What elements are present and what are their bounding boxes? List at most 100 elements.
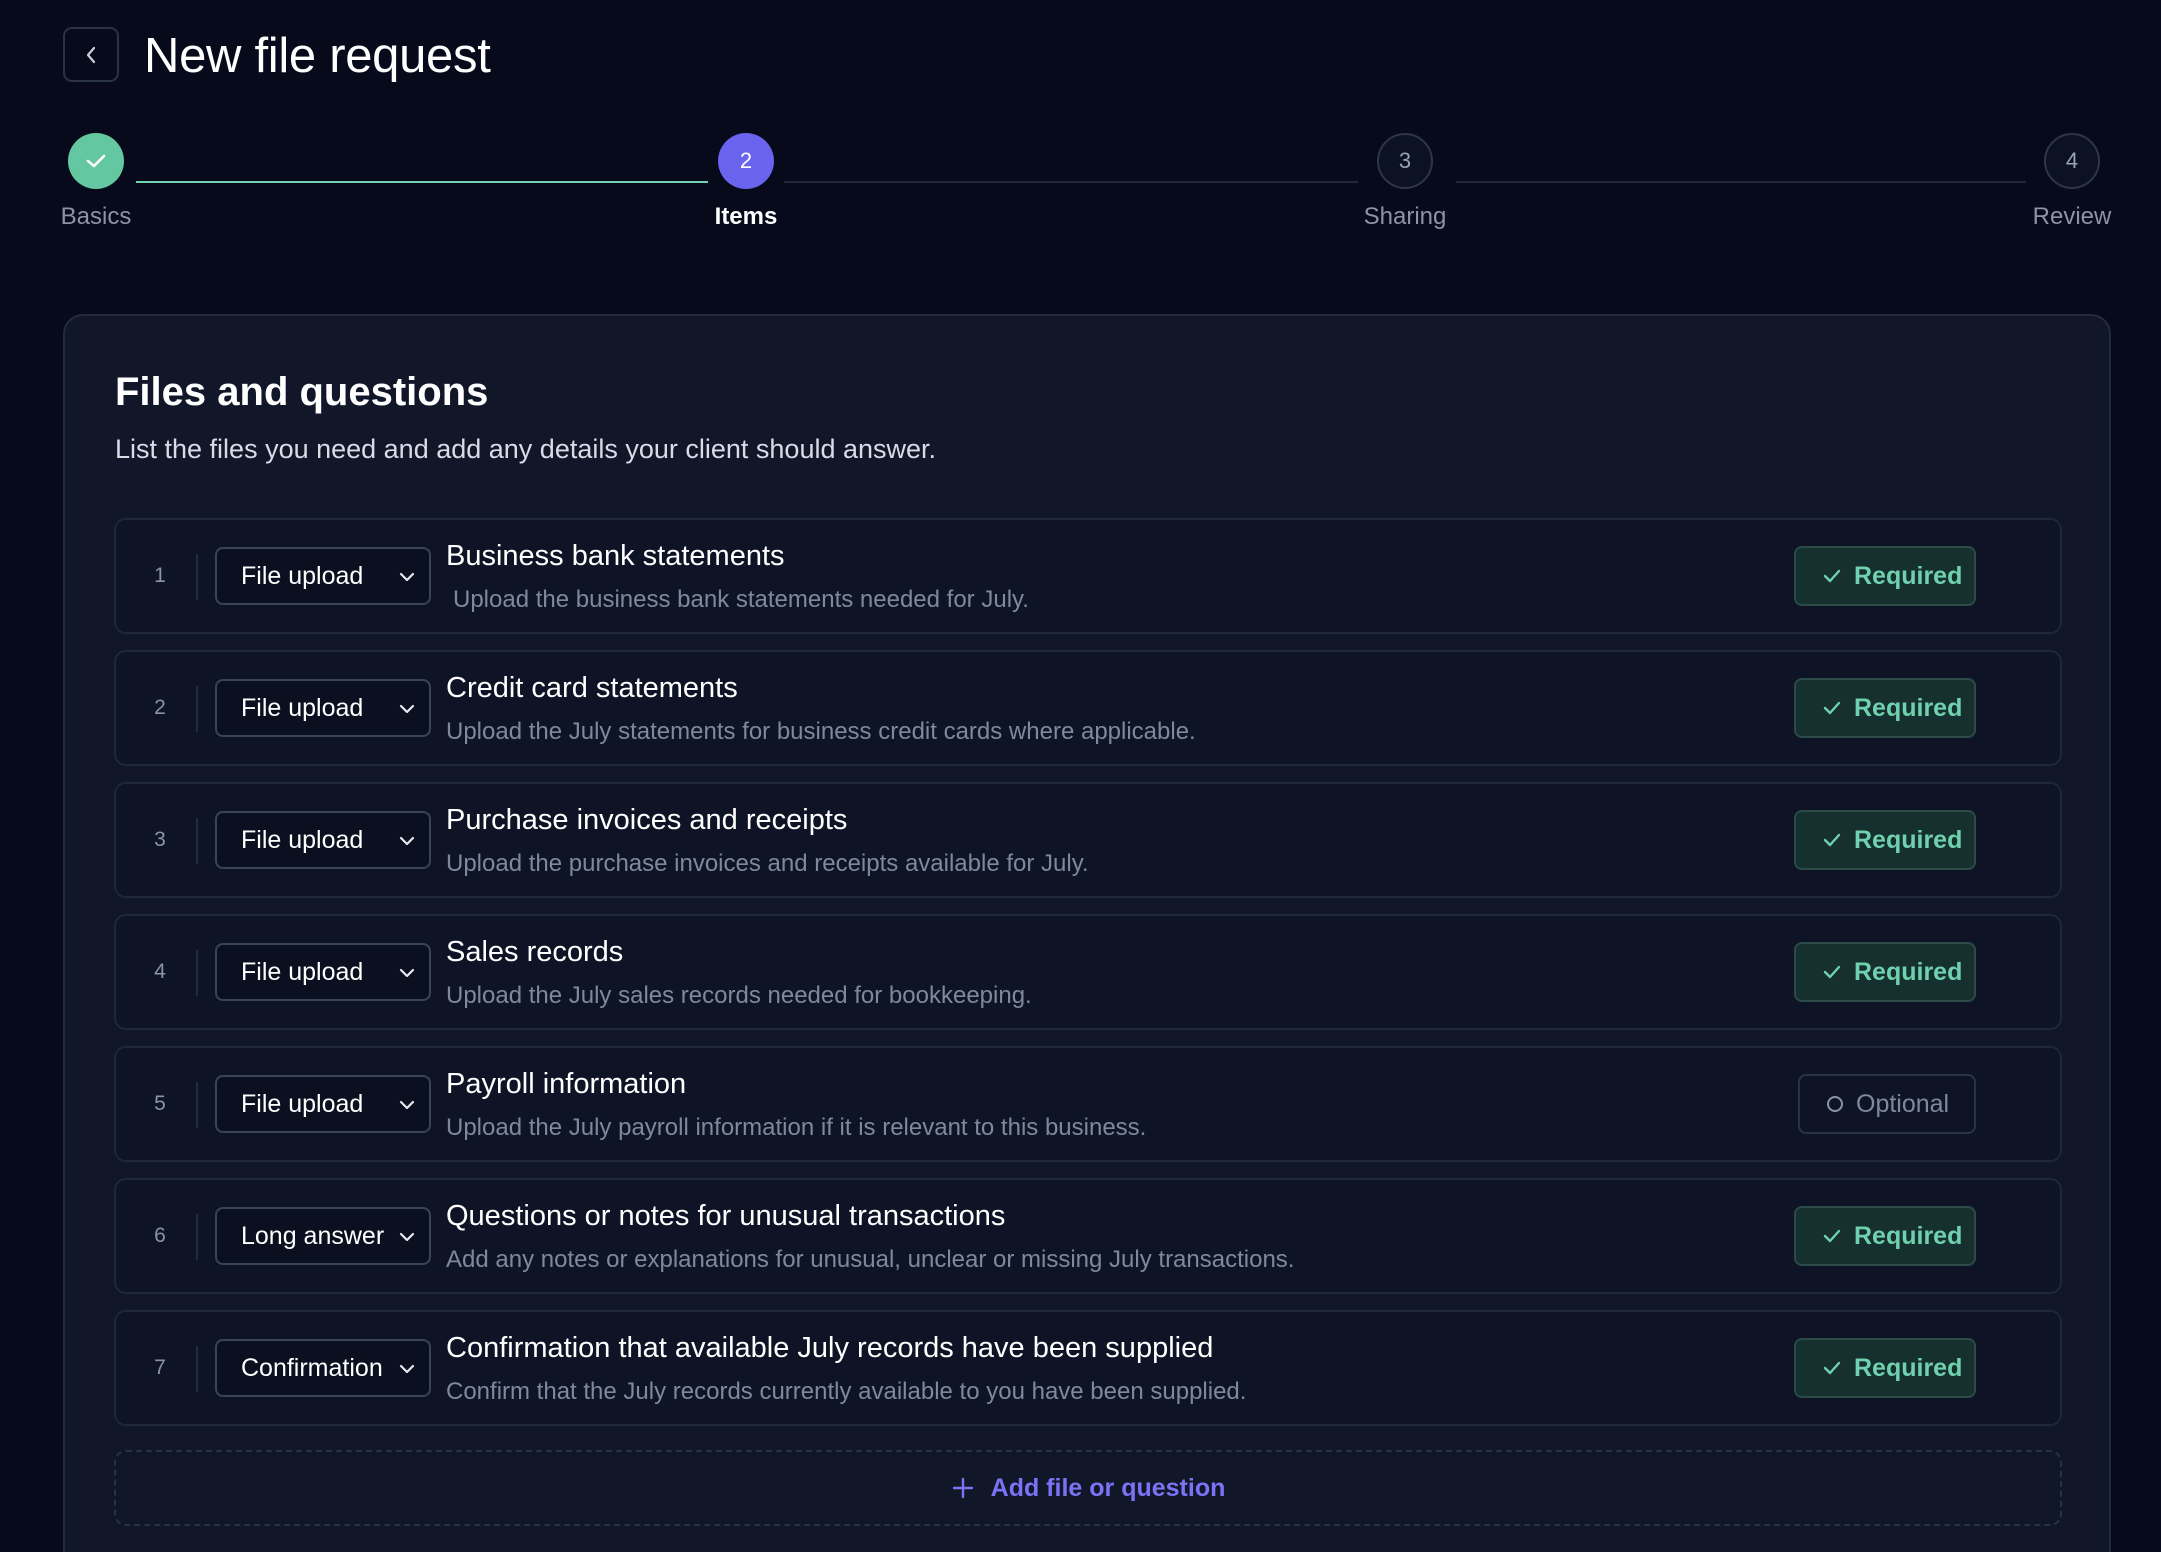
step-review-circle[interactable]: 4	[2044, 133, 2100, 189]
request-item: 7 Confirmation Confirmation that availab…	[114, 1310, 2062, 1426]
step-number: 4	[2065, 148, 2079, 173]
step-label-items: Items	[714, 203, 778, 230]
step-label-review: Review	[2032, 203, 2112, 230]
required-toggle[interactable]: Required	[1794, 678, 1976, 738]
item-divider	[196, 1082, 198, 1128]
chevron-down-icon	[399, 572, 415, 582]
request-item: 6 Long answer Questions or notes for unu…	[114, 1178, 2062, 1294]
item-type-value: File upload	[241, 957, 364, 986]
item-type-value: File upload	[241, 825, 364, 854]
required-label: Required	[1854, 693, 1963, 722]
chevron-down-icon	[399, 704, 415, 714]
check-icon	[86, 154, 106, 168]
required-label: Required	[1854, 1353, 1963, 1382]
required-label: Required	[1854, 825, 1963, 854]
item-description[interactable]: Add any notes or explanations for unusua…	[446, 1246, 1294, 1274]
item-type-value: Confirmation	[241, 1353, 383, 1382]
chevron-down-icon	[399, 1232, 415, 1242]
step-number: 2	[739, 148, 753, 173]
item-divider	[196, 1214, 198, 1260]
item-type-select[interactable]: File upload	[215, 943, 431, 1001]
page-title: New file request	[144, 29, 491, 83]
request-item: 4 File upload Sales records Upload the J…	[114, 914, 2062, 1030]
item-title[interactable]: Credit card statements	[446, 672, 738, 705]
plus-icon	[952, 1477, 973, 1499]
add-item-label: Add file or question	[990, 1473, 1226, 1502]
item-type-value: Long answer	[241, 1221, 385, 1250]
check-icon	[1823, 833, 1841, 847]
required-toggle[interactable]: Required	[1794, 1338, 1976, 1398]
step-number: 3	[1398, 148, 1412, 173]
item-title[interactable]: Business bank statements	[446, 540, 785, 573]
chevron-left-icon	[86, 46, 96, 63]
step-connector-1	[136, 181, 708, 183]
chevron-down-icon	[399, 1100, 415, 1110]
item-description[interactable]: Upload the July statements for business …	[446, 718, 1196, 746]
item-title[interactable]: Confirmation that available July records…	[446, 1332, 1213, 1365]
item-type-select[interactable]: File upload	[215, 679, 431, 737]
item-title[interactable]: Purchase invoices and receipts	[446, 804, 847, 837]
item-description[interactable]: Confirm that the July records currently …	[446, 1378, 1246, 1406]
step-items-circle[interactable]: 2	[718, 133, 774, 189]
stepper: 2 3 4 Basics Items Sharing Review	[0, 130, 2161, 240]
item-type-select[interactable]: File upload	[215, 1075, 431, 1133]
optional-toggle[interactable]: Optional	[1798, 1074, 1976, 1134]
item-title[interactable]: Payroll information	[446, 1068, 686, 1101]
check-icon	[1823, 1361, 1841, 1375]
item-number: 7	[154, 1356, 166, 1379]
required-toggle[interactable]: Required	[1794, 1206, 1976, 1266]
item-divider	[196, 818, 198, 864]
item-divider	[196, 1346, 198, 1392]
step-connector-3	[1456, 181, 2026, 183]
back-button[interactable]	[63, 27, 119, 82]
circle-icon	[1827, 1096, 1843, 1112]
item-description[interactable]: Upload the July payroll information if i…	[446, 1114, 1146, 1142]
required-label: Required	[1854, 561, 1963, 590]
item-type-select[interactable]: Long answer	[215, 1207, 431, 1265]
step-sharing-circle[interactable]: 3	[1377, 133, 1433, 189]
item-type-value: File upload	[241, 693, 364, 722]
card-subtitle: List the files you need and add any deta…	[115, 434, 937, 464]
step-basics-circle[interactable]	[68, 133, 124, 189]
card-title: Files and questions	[115, 370, 489, 414]
item-description[interactable]: Upload the business bank statements need…	[453, 586, 1029, 614]
item-divider	[196, 686, 198, 732]
optional-label: Optional	[1856, 1089, 1950, 1118]
required-toggle[interactable]: Required	[1794, 546, 1976, 606]
item-number: 6	[154, 1224, 166, 1247]
chevron-down-icon	[399, 968, 415, 978]
request-item: 5 File upload Payroll information Upload…	[114, 1046, 2062, 1162]
item-number: 5	[154, 1092, 166, 1115]
item-type-value: File upload	[241, 561, 364, 590]
item-type-select[interactable]: Confirmation	[215, 1339, 431, 1397]
request-item: 3 File upload Purchase invoices and rece…	[114, 782, 2062, 898]
item-type-select[interactable]: File upload	[215, 811, 431, 869]
item-number: 3	[154, 828, 166, 851]
check-icon	[1823, 965, 1841, 979]
chevron-down-icon	[399, 1364, 415, 1374]
check-icon	[1823, 1229, 1841, 1243]
page: New file request 2 3 4 Basics Items Shar…	[0, 0, 2161, 1552]
chevron-down-icon	[399, 836, 415, 846]
required-toggle[interactable]: Required	[1794, 810, 1976, 870]
request-item: 2 File upload Credit card statements Upl…	[114, 650, 2062, 766]
item-divider	[196, 554, 198, 600]
step-connector-2	[784, 181, 1358, 183]
step-label-basics: Basics	[60, 203, 132, 230]
item-number: 2	[154, 696, 166, 719]
item-type-value: File upload	[241, 1089, 364, 1118]
item-number: 4	[154, 960, 166, 983]
required-label: Required	[1854, 1221, 1963, 1250]
item-title[interactable]: Sales records	[446, 936, 623, 969]
required-label: Required	[1854, 957, 1963, 986]
required-toggle[interactable]: Required	[1794, 942, 1976, 1002]
item-number: 1	[154, 564, 166, 587]
step-label-sharing: Sharing	[1363, 203, 1447, 230]
item-title[interactable]: Questions or notes for unusual transacti…	[446, 1200, 1005, 1233]
check-icon	[1823, 701, 1841, 715]
item-description[interactable]: Upload the July sales records needed for…	[446, 982, 1032, 1010]
item-type-select[interactable]: File upload	[215, 547, 431, 605]
item-description[interactable]: Upload the purchase invoices and receipt…	[446, 850, 1089, 878]
add-file-or-question-button[interactable]: Add file or question	[114, 1450, 2062, 1526]
item-divider	[196, 950, 198, 996]
